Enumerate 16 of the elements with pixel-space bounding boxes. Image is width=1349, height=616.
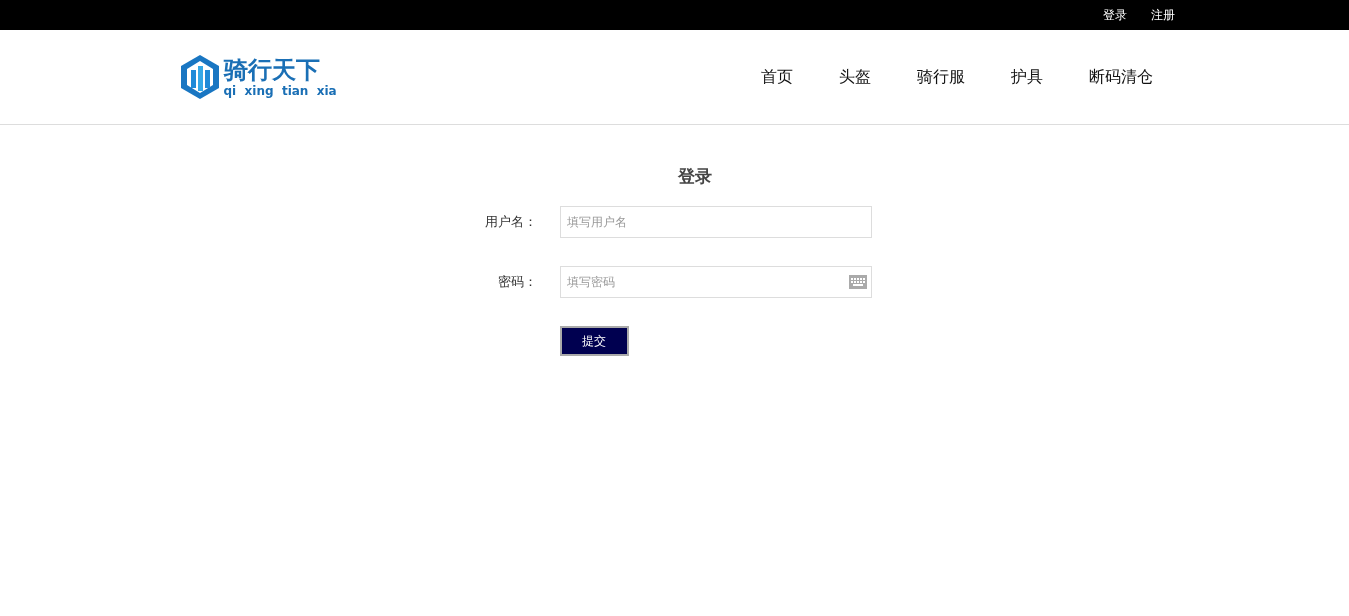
password-field[interactable]: 填写密码 bbox=[559, 266, 872, 298]
nav-link[interactable]: 头盔 bbox=[838, 66, 871, 88]
logo-subtitle: qi xing tian xia bbox=[223, 84, 337, 98]
logo-title: 骑行天下 bbox=[223, 56, 321, 84]
top-link[interactable]: 注册 bbox=[1150, 6, 1175, 24]
field-label: 用户名： bbox=[483, 213, 537, 231]
nav-link[interactable]: 骑行服 bbox=[916, 66, 965, 88]
top-link[interactable]: 登录 bbox=[1102, 6, 1127, 24]
form-title: 登录 bbox=[676, 165, 713, 188]
nav-link[interactable]: 护具 bbox=[1010, 66, 1043, 88]
logo-icon bbox=[179, 54, 220, 100]
submit-button[interactable]: 提交 bbox=[559, 326, 629, 356]
field-label: 密码： bbox=[496, 273, 537, 291]
nav-link[interactable]: 首页 bbox=[760, 66, 793, 88]
username-field[interactable]: 填写用户名 bbox=[559, 206, 872, 238]
nav-link[interactable]: 断码清仓 bbox=[1088, 66, 1153, 88]
